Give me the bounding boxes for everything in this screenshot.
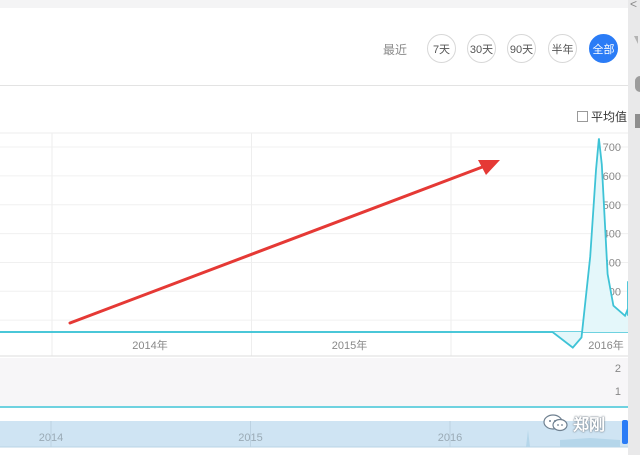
y-tick-label: 700 xyxy=(603,142,621,154)
series-line xyxy=(0,138,628,349)
square-icon[interactable] xyxy=(635,114,640,128)
navigator-y-tick: 2 xyxy=(615,363,621,375)
navigator-range xyxy=(0,421,628,447)
navigator-x-tick: 2015 xyxy=(238,432,262,444)
x-axis-ticks: 2014年 2015年 2016年 xyxy=(132,338,623,352)
x-tick-label: 2016年 xyxy=(588,338,623,352)
arrow-shaft xyxy=(68,164,487,325)
chevron-left-icon[interactable]: < xyxy=(630,0,637,11)
x-tick-label: 2015年 xyxy=(332,338,367,352)
x-tick-label: 2014年 xyxy=(132,338,167,352)
right-rail xyxy=(628,0,640,455)
circle-icon[interactable] xyxy=(635,76,640,92)
watermark: 郑刚 xyxy=(543,411,605,435)
navigator-x-tick: 2014 xyxy=(39,432,63,444)
triangle-icon xyxy=(634,36,638,44)
watermark-text: 郑刚 xyxy=(573,417,606,434)
navigator[interactable]: 1 2 2014 2015 2016 xyxy=(0,358,628,448)
wechat-icon xyxy=(543,414,568,432)
chart-grid xyxy=(0,132,628,357)
navigator-y-tick: 1 xyxy=(615,386,621,398)
navigator-x-tick: 2016 xyxy=(438,432,462,444)
series-area xyxy=(0,138,628,348)
y-tick-label: 500 xyxy=(603,200,621,212)
trend-chart: 100200300400500600700 2014年2015年2016年 12… xyxy=(0,132,628,448)
red-arrow-annotation xyxy=(68,160,500,325)
y-tick-label: 600 xyxy=(603,171,621,183)
navigator-top-area xyxy=(0,358,628,406)
